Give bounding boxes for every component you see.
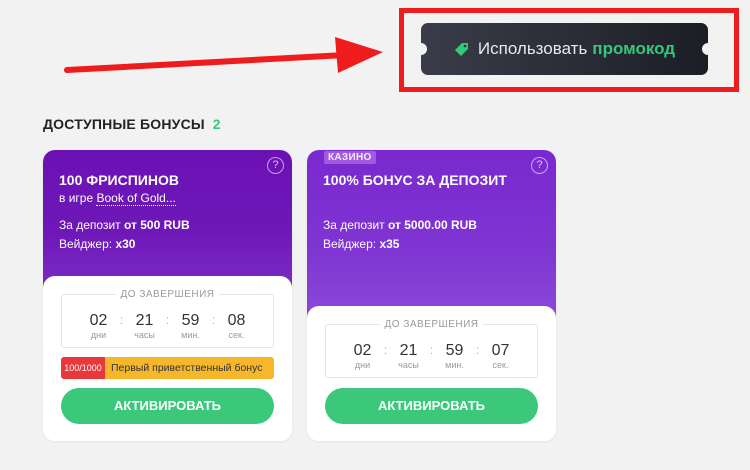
timer-minutes: 59 bbox=[445, 342, 464, 359]
timer-separator: : bbox=[165, 312, 170, 327]
deposit-label: За депозит bbox=[323, 218, 385, 232]
timer-label: ДО ЗАВЕРШЕНИЯ bbox=[116, 289, 219, 300]
bonus-card-deposit: КАЗИНО ? 100% БОНУС ЗА ДЕПОЗИТ За депози… bbox=[307, 150, 556, 441]
card-body: ДО ЗАВЕРШЕНИЯ 02 дни : 21 часы : 59 мин. : … bbox=[43, 276, 292, 441]
timer-seconds-caption: сек. bbox=[228, 330, 245, 340]
section-title-text: ДОСТУПНЫЕ БОНУСЫ bbox=[43, 116, 205, 132]
timer-minutes-caption: мин. bbox=[445, 360, 464, 370]
timer-separator: : bbox=[211, 312, 216, 327]
deposit-label: За депозит bbox=[59, 218, 121, 232]
promo-button-accent: промокод bbox=[592, 39, 676, 58]
help-icon[interactable]: ? bbox=[267, 157, 284, 174]
promo-button-label: Использовать bbox=[477, 39, 588, 58]
bonus-card-freespins: ? 100 ФРИСПИНОВ в игре Book of Gold... З… bbox=[43, 150, 292, 441]
bonus-count: 2 bbox=[212, 116, 221, 132]
card-title: 100% БОНУС ЗА ДЕПОЗИТ bbox=[323, 172, 507, 188]
first-bonus-label: Первый приветственный бонус bbox=[105, 357, 274, 379]
card-header: КАЗИНО ? 100% БОНУС ЗА ДЕПОЗИТ За депози… bbox=[307, 150, 556, 318]
timer-hours-caption: часы bbox=[134, 330, 155, 340]
deposit-value: от 5000.00 RUB bbox=[388, 218, 477, 232]
timer-minutes-caption: мин. bbox=[181, 330, 200, 340]
timer-seconds: 08 bbox=[227, 312, 246, 329]
timer-minutes: 59 bbox=[181, 312, 200, 329]
timer-days-caption: дни bbox=[90, 330, 107, 340]
deposit-info: За депозит от 500 RUB Вейджер: x30 bbox=[59, 216, 190, 254]
help-icon[interactable]: ? bbox=[531, 157, 548, 174]
card-body: ДО ЗАВЕРШЕНИЯ 02 дни : 21 часы : 59 мин. : … bbox=[307, 306, 556, 441]
timer-days: 02 bbox=[89, 312, 108, 329]
wager-value: x35 bbox=[379, 237, 400, 251]
countdown-timer: ДО ЗАВЕРШЕНИЯ 02 дни : 21 часы : 59 мин. : … bbox=[325, 319, 538, 378]
timer-seconds-caption: сек. bbox=[492, 360, 509, 370]
timer-separator: : bbox=[119, 312, 124, 327]
use-promocode-button[interactable]: Использовать промокод bbox=[415, 23, 714, 75]
game-link[interactable]: Book of Gold... bbox=[96, 191, 176, 206]
section-title: ДОСТУПНЫЕ БОНУСЫ 2 bbox=[43, 116, 221, 132]
wager-value: x30 bbox=[115, 237, 136, 251]
wager-label: Вейджер: bbox=[59, 237, 113, 251]
timer-days-caption: дни bbox=[354, 360, 371, 370]
timer-separator: : bbox=[383, 342, 388, 357]
bonus-tag: 100/1000 Первый приветственный бонус bbox=[61, 357, 274, 379]
usage-limit-badge: 100/1000 bbox=[61, 357, 105, 379]
timer-separator: : bbox=[475, 342, 480, 357]
timer-hours-caption: часы bbox=[398, 360, 419, 370]
card-title: 100 ФРИСПИНОВ bbox=[59, 172, 179, 188]
wager-label: Вейджер: bbox=[323, 237, 377, 251]
timer-label: ДО ЗАВЕРШЕНИЯ bbox=[380, 319, 483, 330]
timer-seconds: 07 bbox=[491, 342, 510, 359]
game-line: в игре Book of Gold... bbox=[59, 191, 176, 206]
activate-button[interactable]: АКТИВИРОВАТЬ bbox=[325, 388, 538, 424]
deposit-info: За депозит от 5000.00 RUB Вейджер: x35 bbox=[323, 216, 477, 254]
timer-hours: 21 bbox=[135, 312, 154, 329]
game-prefix: в игре bbox=[59, 191, 94, 205]
ticket-notch-left bbox=[415, 43, 427, 55]
tag-icon bbox=[454, 43, 468, 56]
ticket-notch-right bbox=[702, 43, 714, 55]
card-header: ? 100 ФРИСПИНОВ в игре Book of Gold... З… bbox=[43, 150, 292, 288]
timer-separator: : bbox=[429, 342, 434, 357]
deposit-value: от 500 RUB bbox=[124, 218, 190, 232]
casino-badge: КАЗИНО bbox=[324, 151, 376, 164]
countdown-timer: ДО ЗАВЕРШЕНИЯ 02 дни : 21 часы : 59 мин. : … bbox=[61, 289, 274, 348]
timer-hours: 21 bbox=[399, 342, 418, 359]
activate-button[interactable]: АКТИВИРОВАТЬ bbox=[61, 388, 274, 424]
timer-days: 02 bbox=[353, 342, 372, 359]
